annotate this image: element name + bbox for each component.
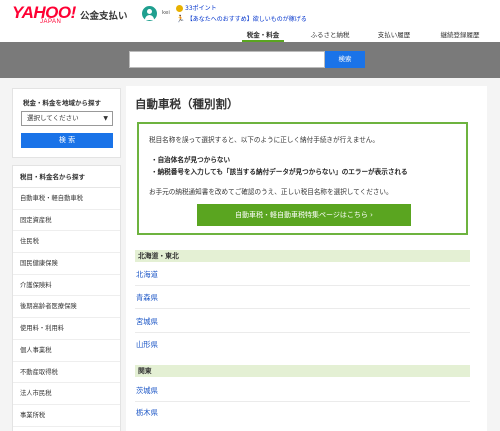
service-name[interactable]: 公金支払い: [80, 8, 128, 22]
prefecture-link-miyagi[interactable]: 宮城県: [136, 317, 158, 327]
promo-text: 【あなたへのおすすめ】欲しいものが稼げる: [186, 16, 307, 23]
notice-box: 税目名称を誤って選択すると、以下のように正しく納付手続きが行えません。 ・自治体…: [137, 122, 468, 235]
prefecture-link-ibaraki[interactable]: 茨城県: [136, 386, 158, 396]
tax-category-list: 税目・料金名から探す 自動車税・軽自動車税 固定資産税 住民税 国民健康保険 介…: [12, 165, 121, 431]
sidebar-item-elderly-medical[interactable]: 後期高齢者医療保険: [13, 296, 120, 319]
search-button[interactable]: 検索: [325, 51, 365, 68]
notice-intro: 税目名称を誤って選択すると、以下のように正しく納付手続きが行えません。: [149, 136, 379, 144]
sidebar-item-fixed-asset-tax[interactable]: 固定資産税: [13, 210, 120, 232]
sidebar-item-care-insurance[interactable]: 介護保険料: [13, 275, 120, 297]
region-search-panel: 税金・料金を地域から探す 選択してください ▼ 検 索: [12, 88, 121, 158]
points-link[interactable]: 33ポイント: [176, 3, 217, 12]
divider: [135, 285, 470, 286]
avatar-icon[interactable]: [142, 6, 157, 21]
prefecture-link-tochigi[interactable]: 栃木県: [136, 408, 158, 418]
sidebar-item-automobile-tax[interactable]: 自動車税・軽自動車税: [13, 188, 120, 210]
region-header-hokkaido-tohoku: 北海道・東北: [135, 250, 470, 262]
nav-tabs: 税金・料金 ふるさと納税 支払い履歴 継続登録履歴: [232, 29, 500, 42]
region-header-kanto: 関東: [135, 365, 470, 377]
notice-bullet: ・納税番号を入力しても「該当する納付データが見つからない」のエラーが表示される: [151, 168, 408, 176]
username[interactable]: kei: [162, 10, 170, 16]
page-title: 自動車税（種別割）: [135, 97, 239, 111]
sidebar-item-real-estate-tax[interactable]: 不動産取得税: [13, 362, 120, 384]
logo-sub-text: JAPAN: [40, 19, 62, 25]
points-text: 33ポイント: [185, 5, 217, 12]
tab-payment-history[interactable]: 支払い履歴: [374, 29, 414, 42]
sidebar-item-business-tax[interactable]: 個人事業税: [13, 340, 120, 362]
sidebar-item-office-tax[interactable]: 事業所税: [13, 405, 120, 427]
tab-furusato[interactable]: ふるさと納税: [306, 29, 354, 42]
region-search-title: 税金・料金を地域から探す: [23, 99, 101, 107]
main-content: 自動車税（種別割） 税目名称を誤って選択すると、以下のように正しく納付手続きが行…: [126, 86, 487, 431]
tab-taxes-fees[interactable]: 税金・料金: [242, 29, 284, 42]
header: YAHOO! JAPAN 公金支払い kei 33ポイント 🏃 【あなたへのおすす…: [0, 0, 500, 42]
runner-icon: 🏃: [176, 15, 185, 23]
prefecture-link-hokkaido[interactable]: 北海道: [136, 270, 158, 280]
yahoo-logo[interactable]: YAHOO! JAPAN: [12, 4, 76, 26]
prefecture-link-aomori[interactable]: 青森県: [136, 293, 158, 303]
divider: [135, 308, 470, 309]
prefecture-link-yamagata[interactable]: 山形県: [136, 340, 158, 350]
search-band: 検索: [0, 42, 500, 78]
notice-bullet: ・自治体名が見つからない: [151, 156, 231, 164]
search-input[interactable]: [129, 51, 325, 68]
divider: [135, 332, 470, 333]
chevron-down-icon: ▼: [103, 115, 108, 122]
sidebar-item-corporate-tax[interactable]: 法人市民税: [13, 383, 120, 405]
promo-link[interactable]: 🏃 【あなたへのおすすめ】欲しいものが稼げる: [176, 14, 307, 23]
sidebar-item-resident-tax[interactable]: 住民税: [13, 231, 120, 254]
tax-list-title: 税目・料金名から探す: [13, 166, 120, 188]
sidebar-item-health-insurance[interactable]: 国民健康保険: [13, 253, 120, 275]
divider: [135, 401, 470, 402]
automobile-tax-feature-button[interactable]: 自動車税・軽自動車税特集ページはこちら ›: [197, 204, 411, 226]
region-search-button[interactable]: 検 索: [21, 133, 113, 148]
sidebar-item-usage-fees[interactable]: 使用料・利用料: [13, 318, 120, 340]
notice-outro: お手元の納税通知書を改めてご確認のうえ、正しい税目名称を選択してください。: [149, 188, 393, 196]
tab-recurring-history[interactable]: 継続登録履歴: [432, 29, 488, 42]
region-select[interactable]: 選択してください ▼: [21, 111, 113, 126]
coin-icon: [176, 5, 183, 12]
region-select-value: 選択してください: [27, 114, 79, 122]
